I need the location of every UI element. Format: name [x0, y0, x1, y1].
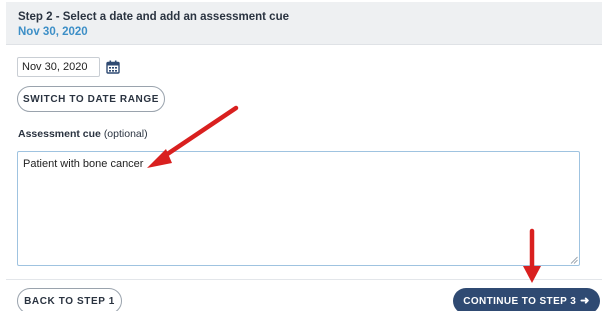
right-arrow-icon: ➜	[580, 295, 590, 307]
calendar-icon[interactable]	[106, 60, 120, 74]
step-title: Step 2 - Select a date and add an assess…	[18, 11, 289, 23]
assessment-cue-label: Assessment cue (optional)	[18, 128, 148, 140]
date-input[interactable]	[17, 57, 100, 77]
switch-to-date-range-button[interactable]: SWITCH TO DATE RANGE	[17, 86, 165, 112]
selected-date-summary: Nov 30, 2020	[18, 26, 88, 38]
optional-hint: (optional)	[103, 128, 148, 140]
resize-handle-icon[interactable]	[570, 256, 578, 264]
footer-divider	[6, 279, 602, 280]
assessment-cue-label-text: Assessment cue	[18, 128, 101, 140]
back-to-step-1-button[interactable]: BACK TO STEP 1	[17, 288, 122, 311]
step-header: Step 2 - Select a date and add an assess…	[6, 2, 602, 45]
step-2-panel: Step 2 - Select a date and add an assess…	[0, 0, 602, 311]
continue-to-step-3-button[interactable]: CONTINUE TO STEP 3 ➜	[453, 288, 600, 311]
continue-button-label: CONTINUE TO STEP 3	[463, 296, 577, 307]
assessment-cue-textarea[interactable]: Patient with bone cancer	[17, 151, 580, 266]
